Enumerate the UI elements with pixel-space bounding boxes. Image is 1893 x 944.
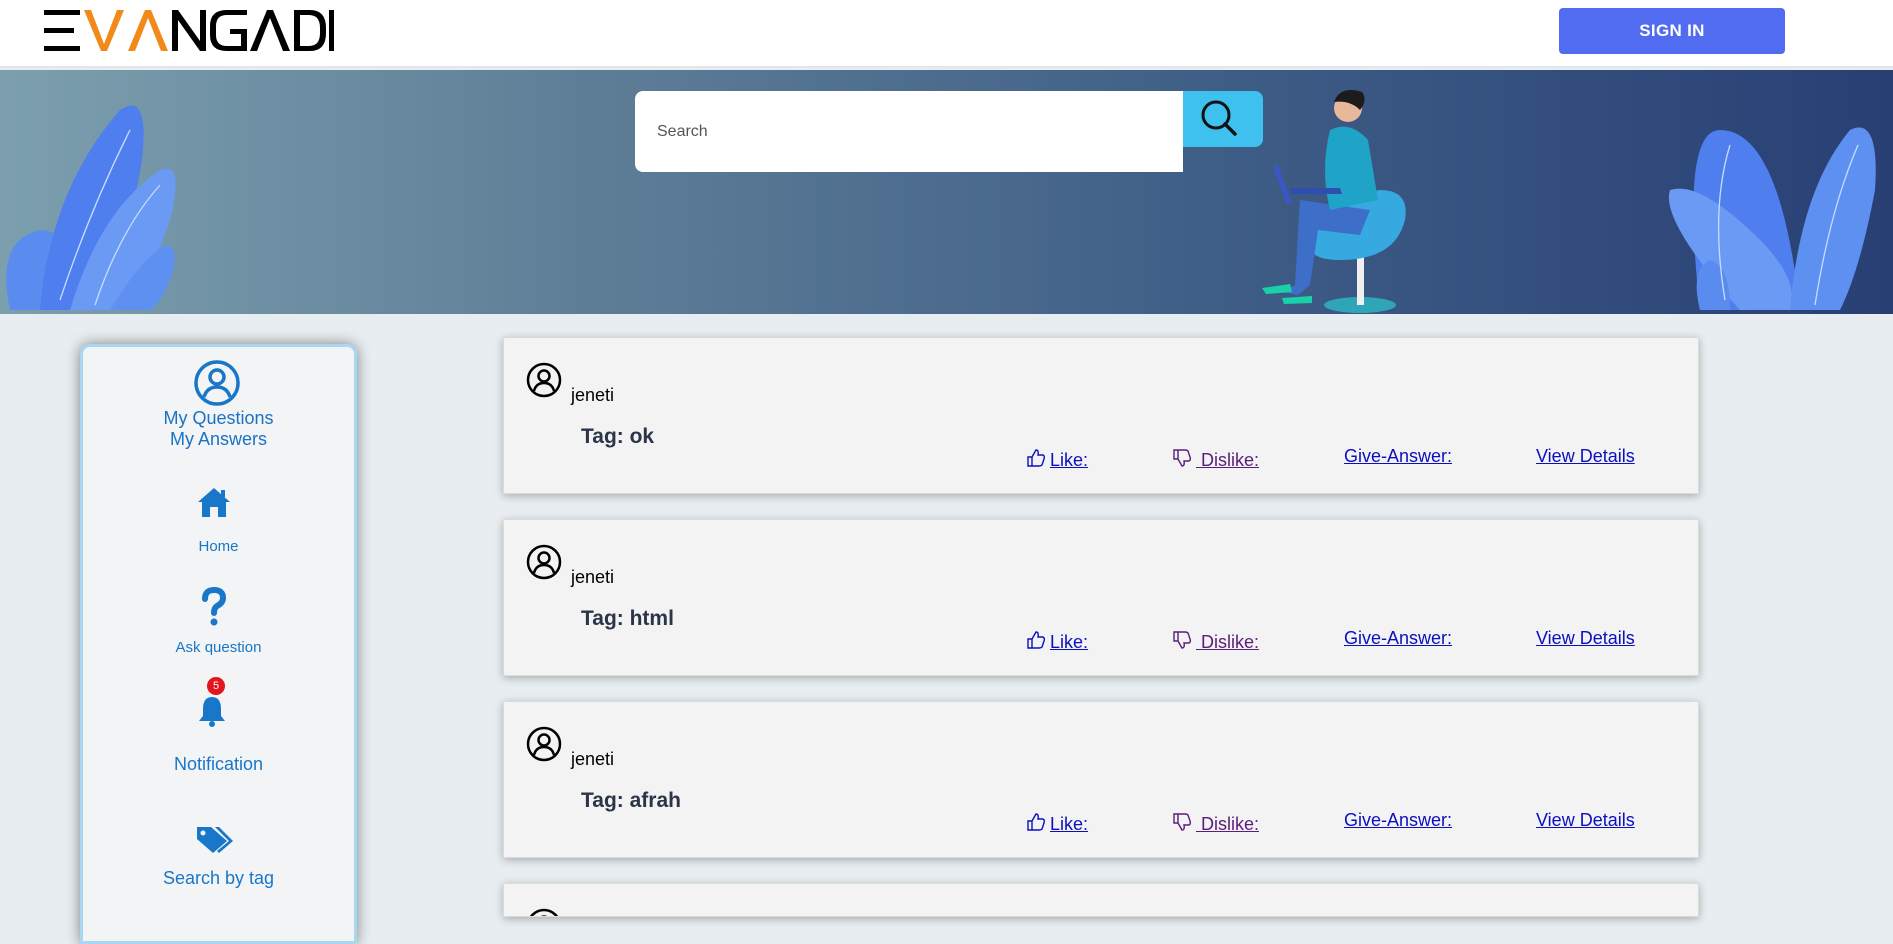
sidebar-item-notification[interactable]: Notification xyxy=(83,695,354,775)
like-link[interactable]: Like: xyxy=(1026,812,1088,835)
question-author: jeneti xyxy=(571,749,615,769)
like-link[interactable]: Like: xyxy=(1026,630,1088,653)
give-answer-link[interactable]: Give-Answer: xyxy=(1344,446,1452,467)
search-input[interactable] xyxy=(635,91,1183,172)
thumbs-down-icon xyxy=(1173,631,1192,649)
like-label: Like: xyxy=(1050,814,1089,834)
user-avatar-icon xyxy=(529,908,559,916)
user-avatar-icon xyxy=(526,726,562,762)
dislike-link[interactable]: Dislike: xyxy=(1172,448,1259,471)
hero-banner xyxy=(0,70,1893,314)
tag-prefix: Tag: xyxy=(581,607,630,630)
dislike-label: Dislike: xyxy=(1196,814,1260,834)
search-button[interactable] xyxy=(1183,91,1263,147)
home-icon xyxy=(197,488,230,517)
sign-in-button[interactable]: SIGN IN xyxy=(1559,8,1785,54)
bell-icon xyxy=(198,697,225,727)
question-mark-icon xyxy=(201,586,226,626)
question-author: jeneti xyxy=(571,385,615,405)
my-questions-link[interactable]: My Questions xyxy=(83,408,354,429)
tag-prefix: Tag: xyxy=(581,425,630,448)
thumbs-up-icon xyxy=(1027,813,1046,831)
right-leaves-illustration xyxy=(1668,127,1876,310)
profile-links: My Questions My Answers xyxy=(83,408,354,450)
thumbs-up-icon xyxy=(1027,449,1046,467)
question-card-partial xyxy=(503,883,1699,917)
search-bar xyxy=(635,91,1263,172)
tag-prefix: Tag: xyxy=(581,789,630,812)
view-details-link[interactable]: View Details xyxy=(1536,446,1635,467)
sidebar-item-home[interactable]: Home xyxy=(83,485,354,555)
left-leaves-illustration xyxy=(6,105,176,310)
sidebar: My Questions My Answers Home Ask questio… xyxy=(80,344,357,944)
view-details-link[interactable]: View Details xyxy=(1536,810,1635,831)
evangadi-logo[interactable] xyxy=(44,4,334,56)
tag-value: afrah xyxy=(629,789,681,812)
like-label: Like: xyxy=(1050,632,1089,652)
user-avatar-icon xyxy=(526,544,562,580)
notification-badge: 5 xyxy=(207,677,225,695)
view-details-link[interactable]: View Details xyxy=(1536,628,1635,649)
person-with-laptop-illustration xyxy=(1262,89,1406,313)
question-card: jeneti Tag: afrah Like: Dislike: Give-An… xyxy=(503,701,1699,858)
notification-label: Notification xyxy=(173,754,264,774)
question-card: jeneti Tag: html Like: Dislike: Give-Ans… xyxy=(503,519,1699,676)
user-avatar-icon xyxy=(526,362,562,398)
question-author: jeneti xyxy=(571,567,615,587)
thumbs-down-icon xyxy=(1173,449,1192,467)
question-tag: Tag: html xyxy=(581,607,674,631)
sidebar-item-ask-question[interactable]: Ask question xyxy=(83,586,354,656)
dislike-label: Dislike: xyxy=(1196,450,1260,470)
search-icon xyxy=(1201,100,1237,136)
ask-question-label: Ask question xyxy=(175,639,262,656)
user-profile-icon[interactable] xyxy=(193,359,241,407)
like-link[interactable]: Like: xyxy=(1026,448,1088,471)
give-answer-link[interactable]: Give-Answer: xyxy=(1344,810,1452,831)
dislike-label: Dislike: xyxy=(1196,632,1260,652)
tag-value: html xyxy=(629,607,674,630)
tags-icon xyxy=(196,827,233,853)
top-navbar: SIGN IN xyxy=(0,0,1893,68)
sidebar-item-search-by-tag[interactable]: Search by tag xyxy=(83,823,354,889)
thumbs-down-icon xyxy=(1173,813,1192,831)
home-label: Home xyxy=(198,538,239,555)
dislike-link[interactable]: Dislike: xyxy=(1172,630,1259,653)
question-tag: Tag: ok xyxy=(581,425,654,449)
question-tag: Tag: afrah xyxy=(581,789,681,813)
question-card: jeneti Tag: ok Like: Dislike: Give-Answe… xyxy=(503,337,1699,494)
search-by-tag-label: Search by tag xyxy=(162,868,275,888)
tag-value: ok xyxy=(629,425,655,448)
give-answer-link[interactable]: Give-Answer: xyxy=(1344,628,1452,649)
my-answers-link[interactable]: My Answers xyxy=(83,429,354,450)
thumbs-up-icon xyxy=(1027,631,1046,649)
dislike-link[interactable]: Dislike: xyxy=(1172,812,1259,835)
like-label: Like: xyxy=(1050,450,1089,470)
